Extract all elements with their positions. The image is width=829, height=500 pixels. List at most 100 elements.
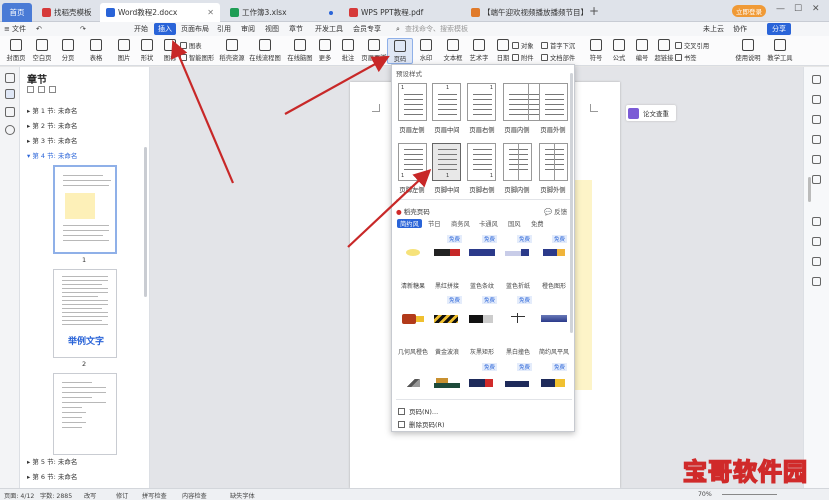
style-orange-shape[interactable]	[539, 247, 569, 259]
spell-check[interactable]: 拼写检查	[142, 491, 167, 500]
hamburger-icon[interactable]: ≡	[4, 23, 10, 35]
section-item[interactable]: ▸ 第 1 节: 未命名	[27, 105, 77, 115]
blank-page-button[interactable]: 空白页	[29, 38, 55, 64]
style-gold-wave[interactable]	[432, 377, 462, 389]
preset-header-left[interactable]: 1	[398, 83, 427, 121]
cloud-status[interactable]: 未上云	[703, 23, 724, 35]
collapse-all-icon[interactable]	[27, 86, 34, 93]
panel-scrollbar[interactable]	[144, 147, 147, 297]
menu-file[interactable]: 文件	[12, 23, 26, 35]
style-gray-rect[interactable]	[467, 377, 497, 389]
category-free[interactable]: 免费	[531, 219, 544, 228]
word-count[interactable]: 字数: 2885	[40, 491, 72, 500]
content-check[interactable]: 内容检查	[182, 491, 207, 500]
new-tab-button[interactable]: +	[589, 4, 599, 18]
menu-chapter[interactable]: 章节	[289, 23, 303, 35]
preset-footer-inner[interactable]	[503, 143, 532, 181]
login-button[interactable]: 立即登录	[732, 5, 766, 17]
tab-home[interactable]: 首页	[2, 3, 32, 22]
page-thumbnail[interactable]	[53, 373, 117, 455]
comment-button[interactable]: 批注	[335, 38, 361, 64]
document-scrollbar[interactable]	[808, 177, 811, 202]
search-icon[interactable]: ⌕	[396, 23, 400, 35]
bookmark-panel-icon[interactable]	[5, 107, 15, 117]
chart-button[interactable]: 图表	[180, 41, 202, 50]
overwrite-mode[interactable]: 改写	[84, 491, 96, 500]
tab-template[interactable]: 找稻壳模板	[36, 3, 96, 22]
preset-footer-outer[interactable]	[539, 143, 568, 181]
undo-icon[interactable]: ↶	[36, 23, 42, 35]
category-cartoon[interactable]: 卡通风	[479, 219, 498, 228]
style-zigzag[interactable]	[432, 313, 462, 325]
category-simple[interactable]: 简约风	[397, 219, 422, 228]
preset-header-right[interactable]: 1	[467, 83, 496, 121]
page-thumbnail[interactable]	[53, 165, 117, 254]
expand-all-icon[interactable]	[38, 86, 45, 93]
style-geometric[interactable]	[398, 377, 428, 389]
preset-footer-center[interactable]: 1	[432, 143, 461, 181]
preset-header-center[interactable]: 1	[432, 83, 461, 121]
cross-ref-button[interactable]: 交叉引用	[675, 41, 709, 50]
section-item[interactable]: ▸ 第 6 节: 未命名	[27, 471, 77, 481]
layers-icon[interactable]	[812, 155, 821, 164]
settings-icon[interactable]	[812, 257, 821, 266]
section-item[interactable]: ▸ 第 2 节: 未命名	[27, 120, 77, 130]
style-line-number[interactable]	[503, 313, 533, 325]
zoom-slider[interactable]	[722, 494, 777, 495]
preset-footer-left[interactable]: 1	[398, 143, 427, 181]
table-button[interactable]: 表格	[83, 38, 109, 64]
find-icon[interactable]	[5, 125, 15, 135]
menu-view[interactable]: 视图	[265, 23, 279, 35]
guide-button[interactable]: 使用说明	[735, 38, 761, 64]
help-icon[interactable]	[812, 277, 821, 286]
smart-art-button[interactable]: 智能图形	[180, 53, 214, 62]
tab-word-doc[interactable]: Word教程2.docx ✕	[100, 3, 220, 22]
watermark-button[interactable]: 水印	[413, 38, 439, 64]
doc-parts-button[interactable]: 文档部件	[541, 53, 575, 62]
page-number-button[interactable]: 页码	[387, 38, 413, 64]
cursor-icon[interactable]	[812, 75, 821, 84]
revision-mode[interactable]: 修订	[116, 491, 128, 500]
textbox-button[interactable]: 文本框	[440, 38, 466, 64]
header-footer-button[interactable]: 页眉页脚	[361, 38, 387, 64]
feedback-link[interactable]: 💬 反馈	[544, 206, 567, 216]
translate-icon[interactable]	[812, 217, 821, 226]
filter-icon[interactable]	[812, 175, 821, 184]
section-item-active[interactable]: ▾ 第 4 节: 未命名	[27, 150, 77, 160]
menu-reference[interactable]: 引用	[217, 23, 231, 35]
menu-member[interactable]: 会员专享	[353, 23, 381, 35]
bookmark-button[interactable]: 书签	[675, 53, 697, 62]
outline-icon[interactable]	[5, 73, 15, 83]
command-search[interactable]: 查找命令、搜索模板	[405, 23, 468, 35]
tools-icon[interactable]	[812, 115, 821, 124]
page-break-button[interactable]: 分页	[55, 38, 81, 64]
close-icon[interactable]: ✕	[203, 8, 214, 17]
style-black-white[interactable]	[467, 313, 497, 325]
category-business[interactable]: 商务风	[451, 219, 470, 228]
adjust-icon[interactable]	[812, 95, 821, 104]
attachment-button[interactable]: 附件	[512, 53, 534, 62]
preset-footer-right[interactable]: 1	[467, 143, 496, 181]
missing-fonts[interactable]: 缺失字体	[230, 491, 255, 500]
menu-dev[interactable]: 开发工具	[315, 23, 343, 35]
category-holiday[interactable]: 节日	[428, 219, 441, 228]
docer-resource-button[interactable]: 稻壳资源	[219, 38, 245, 64]
redo-icon[interactable]: ↷	[80, 23, 86, 35]
share-button[interactable]: 分享	[767, 23, 791, 35]
style-flat[interactable]	[539, 377, 569, 389]
style-blue-stripe[interactable]	[467, 247, 497, 259]
section-item[interactable]: ▸ 第 3 节: 未命名	[27, 135, 77, 145]
dropdown-scrollbar[interactable]	[570, 73, 573, 333]
tab-pdf[interactable]: WPS PPT教程.pdf	[343, 3, 461, 22]
style-red-badge[interactable]	[398, 313, 428, 325]
collab-button[interactable]: 协作	[733, 23, 747, 35]
minimize-icon[interactable]: —	[776, 4, 785, 14]
menu-review[interactable]: 审阅	[241, 23, 255, 35]
object-button[interactable]: 对象	[512, 41, 534, 50]
menu-item-page-number[interactable]: 页码(N)...	[398, 406, 438, 416]
maximize-icon[interactable]: ☐	[794, 4, 802, 14]
menu-item-delete-page-number[interactable]: 删除页码(R)	[398, 419, 445, 429]
menu-insert[interactable]: 插入	[154, 23, 176, 35]
close-window-icon[interactable]: ✕	[812, 4, 820, 14]
teaching-tools-button[interactable]: 教学工具	[767, 38, 793, 64]
